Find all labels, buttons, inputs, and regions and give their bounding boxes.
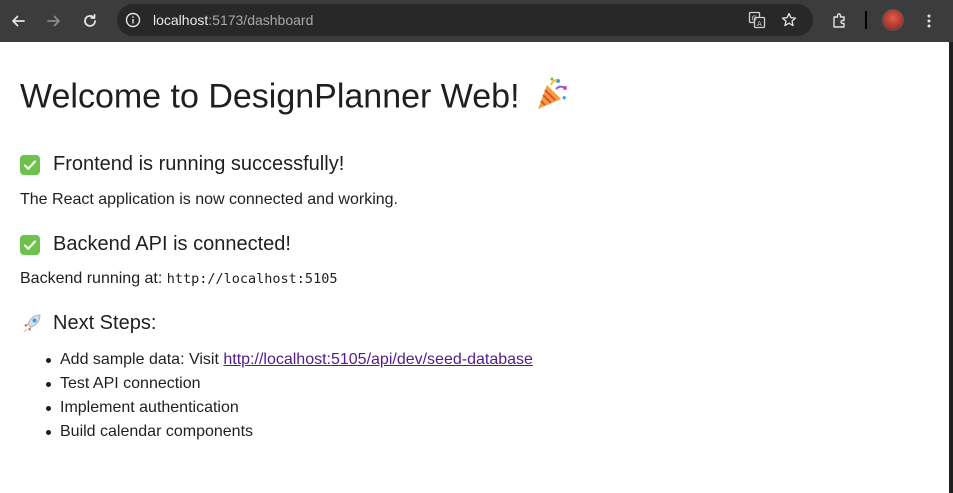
backend-heading-text: Backend API is connected!	[53, 233, 291, 255]
next-steps-list: Add sample data: Visit http://localhost:…	[46, 348, 533, 444]
next-steps-heading-text: Next Steps:	[53, 312, 157, 334]
site-info-icon	[125, 12, 141, 28]
rocket-icon	[20, 313, 42, 335]
star-icon	[781, 12, 797, 27]
bookmark-star-button[interactable]	[777, 8, 801, 32]
url-path: :5173/dashboard	[208, 12, 314, 28]
site-info-button[interactable]	[121, 8, 145, 32]
page-title-text: Welcome to DesignPlanner Web!	[20, 77, 520, 116]
forward-button[interactable]	[40, 7, 68, 35]
backend-heading: Backend API is connected!	[20, 233, 291, 256]
translate-icon: G A	[748, 11, 766, 29]
next-steps-heading: Next Steps:	[20, 312, 156, 335]
extensions-button[interactable]	[826, 7, 854, 35]
list-item: Add sample data: Visit http://localhost:…	[46, 348, 533, 372]
reload-button[interactable]	[76, 7, 104, 35]
reload-icon	[84, 13, 96, 27]
backend-label: Backend running at:	[20, 270, 167, 287]
back-button[interactable]	[4, 7, 32, 35]
backend-url: http://localhost:5105	[166, 271, 338, 287]
translate-button[interactable]: G A	[745, 8, 769, 32]
frontend-heading-text: Frontend is running successfully!	[53, 153, 345, 175]
back-arrow-icon	[12, 15, 25, 27]
list-item: Build calendar components	[46, 420, 533, 444]
backend-status: Backend running at: http://localhost:510…	[20, 270, 337, 288]
frontend-status-text: The React application is now connected a…	[20, 191, 398, 208]
step-1-prefix: Add sample data: Visit	[60, 351, 224, 368]
list-item: Test API connection	[46, 372, 533, 396]
forward-arrow-icon	[47, 15, 60, 27]
profile-avatar[interactable]	[882, 9, 904, 31]
url-text[interactable]: localhost:5173/dashboard	[153, 12, 313, 28]
svg-text:A: A	[757, 20, 762, 28]
list-item: Implement authentication	[46, 396, 533, 420]
window-edge	[949, 42, 953, 493]
extensions-icon	[833, 13, 845, 28]
seed-database-link[interactable]: http://localhost:5105/api/dev/seed-datab…	[223, 351, 533, 368]
more-vert-icon	[927, 14, 931, 28]
browser-toolbar: localhost:5173/dashboard G A	[0, 0, 953, 42]
page-title: Welcome to DesignPlanner Web!	[20, 76, 570, 121]
party-popper-icon	[534, 76, 570, 121]
check-mark-icon	[20, 234, 40, 255]
url-host: localhost	[153, 12, 209, 28]
frontend-heading: Frontend is running successfully!	[20, 153, 344, 176]
menu-button[interactable]	[915, 7, 943, 35]
check-mark-icon	[20, 154, 40, 175]
toolbar-divider	[865, 11, 867, 29]
address-bar[interactable]: localhost:5173/dashboard G A	[117, 4, 813, 36]
